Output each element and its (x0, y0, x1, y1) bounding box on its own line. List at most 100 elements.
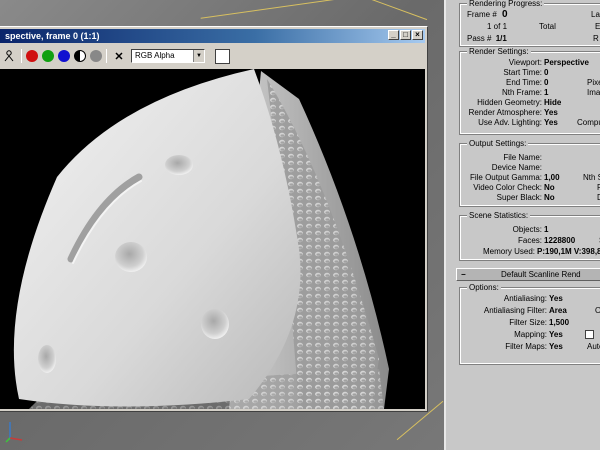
mono-icon[interactable] (90, 50, 102, 62)
minimize-button[interactable]: _ (388, 30, 399, 40)
filter-maps-value: Yes (549, 342, 563, 351)
grid-line (200, 0, 340, 19)
total-label: Total (539, 22, 556, 31)
end-time-label: End Time: (505, 78, 542, 87)
frame-of-value: 1 of 1 (487, 22, 508, 31)
option-row: Mapping: Yes (461, 330, 600, 340)
antialiasing-filter-value: Area (549, 306, 567, 315)
close-button[interactable]: × (412, 30, 423, 40)
start-time-label: Start Time: (503, 68, 542, 77)
clear-icon[interactable]: ✕ (111, 48, 127, 64)
green-channel-icon[interactable] (42, 50, 54, 62)
option-row: Antialiasing Filter: Area O (461, 306, 600, 316)
nth-frame-label: Nth Frame: (501, 88, 542, 97)
rendered-frame-window: spective, frame 0 (1:1) _ □ × ✕ RGB Alph… (0, 26, 428, 412)
save-icon[interactable] (1, 48, 17, 64)
hidden-geometry-label: Hidden Geometry: (477, 98, 542, 107)
viewport-label: Viewport: (508, 58, 542, 67)
antialiasing-value: Yes (549, 294, 563, 303)
antialiasing-label: Antialiasing: (503, 294, 547, 303)
rendered-image (0, 69, 425, 409)
pixel-aspect-label: Pixe (587, 78, 600, 87)
render-atmosphere-value: Yes (544, 108, 558, 117)
rendering-progress-title: Rendering Progress: (467, 0, 545, 9)
filter-maps-label: Filter Maps: (505, 342, 547, 351)
nth-serial-label: Nth Se (583, 173, 600, 182)
setting-row: Start Time: 0 (461, 68, 600, 78)
compute-label: Compute (577, 118, 600, 127)
objects-value: 1 (544, 225, 549, 234)
filter-size-value: 1,500 (549, 318, 570, 327)
setting-row: Viewport: Perspective (461, 58, 600, 68)
setting-row: File Name: (461, 153, 600, 163)
pass-value: 1/1 (495, 34, 507, 43)
stat-row: Memory Used: P:190,1M V:398,8M (461, 247, 600, 257)
output-settings-title: Output Settings: (467, 139, 529, 149)
collapse-icon[interactable]: − (461, 269, 466, 280)
last-label: Last (591, 10, 600, 19)
blue-channel-icon[interactable] (58, 50, 70, 62)
stat-row: Faces: 1228800 S (461, 236, 600, 246)
frame-window-title-bar[interactable]: spective, frame 0 (1:1) _ □ × (0, 29, 425, 43)
rendering-panel: Rendering Progress: Frame # 0 Last 1 of … (444, 0, 600, 450)
options-title: Options: (467, 283, 501, 293)
super-black-value: No (544, 193, 555, 202)
rollout-title: Default Scanline Rend (501, 270, 581, 279)
frame-toolbar: ✕ RGB Alpha ▼ (0, 45, 425, 67)
channel-select-value: RGB Alpha (135, 51, 175, 60)
setting-row: Hidden Geometry: Hide R (461, 98, 600, 108)
setting-row: End Time: 0 Pixe (461, 78, 600, 88)
file-name-label: File Name: (503, 153, 542, 162)
adv-lighting-value: Yes (544, 118, 558, 127)
rendering-progress-group: Rendering Progress: Frame # 0 Last 1 of … (459, 0, 600, 47)
pass-label: Pass # (467, 34, 492, 43)
mapping-checkbox[interactable] (585, 330, 594, 339)
setting-row: Super Black: No Di (461, 193, 600, 203)
scanline-renderer-rollout[interactable]: − Default Scanline Rend (456, 268, 600, 281)
render-settings-group: Render Settings: Viewport: Perspective S… (459, 47, 600, 135)
gamma-label: File Output Gamma: (469, 173, 542, 182)
faces-value: 1228800 (544, 236, 576, 245)
frame-label: Frame # (467, 10, 497, 19)
gamma-value: 1,00 (544, 173, 560, 182)
frame-window-title: spective, frame 0 (1:1) (5, 31, 100, 41)
device-name-label: Device Name: (491, 163, 542, 172)
scene-statistics-group: Scene Statistics: Objects: 1 Faces: 1228… (459, 211, 600, 261)
maximize-button[interactable]: □ (400, 30, 411, 40)
chevron-down-icon[interactable]: ▼ (193, 50, 204, 62)
mapping-value: Yes (549, 330, 563, 339)
option-row: Filter Size: 1,500 In (461, 318, 600, 328)
alpha-display-icon[interactable] (74, 50, 86, 62)
setting-row: File Output Gamma: 1,00 Nth Se (461, 173, 600, 183)
setting-row: Device Name: (461, 163, 600, 173)
super-black-label: Super Black: (496, 193, 542, 202)
setting-row: Video Color Check: No Re (461, 183, 600, 193)
setting-row: Nth Frame: 1 Imag (461, 88, 600, 98)
option-label-auto: Auto (587, 342, 600, 351)
setting-row: Render Atmosphere: Yes R (461, 108, 600, 118)
output-settings-group: Output Settings: File Name: Device Name:… (459, 139, 600, 207)
red-channel-icon[interactable] (26, 50, 38, 62)
faces-label: Faces: (517, 236, 542, 245)
antialiasing-filter-label: Antialiasing Filter: (483, 306, 547, 315)
nth-frame-value: 1 (544, 88, 549, 97)
viewport-value: Perspective (544, 58, 589, 67)
remaining-label: R (593, 34, 599, 43)
option-row: Antialiasing: Yes (461, 294, 600, 304)
rendered-die-image (13, 69, 389, 409)
grid-line (332, 0, 428, 21)
toolbar-separator (21, 49, 22, 63)
memory-used-value: P:190,1M V:398,8M (537, 247, 600, 256)
channel-select[interactable]: RGB Alpha ▼ (131, 49, 205, 63)
elapsed-label: E (595, 22, 600, 31)
setting-row: Use Adv. Lighting: Yes Compute (461, 118, 600, 128)
option-row: Filter Maps: Yes Auto (461, 342, 600, 352)
adv-lighting-label: Use Adv. Lighting: (478, 118, 542, 127)
render-atmosphere-label: Render Atmosphere: (468, 108, 542, 117)
color-swatch[interactable] (215, 48, 230, 64)
stat-row: Objects: 1 (461, 225, 600, 235)
hidden-geometry-value: Hide (544, 98, 562, 107)
filter-size-label: Filter Size: (509, 318, 547, 327)
objects-label: Objects: (512, 225, 542, 234)
frame-value: 0 (502, 9, 508, 20)
